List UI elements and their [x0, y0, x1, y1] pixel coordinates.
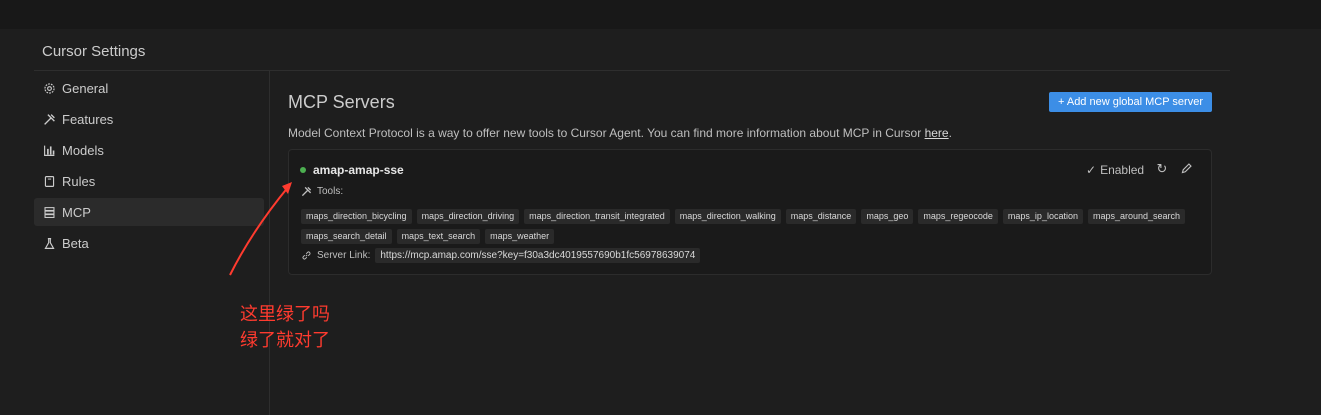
annotation-text: 这里绿了吗 绿了就对了	[240, 302, 330, 354]
annotation-line-1: 这里绿了吗	[240, 304, 330, 325]
annotation-line-2: 绿了就对了	[240, 330, 330, 351]
annotation-arrow	[229, 182, 292, 276]
